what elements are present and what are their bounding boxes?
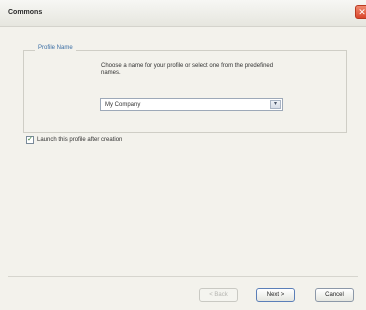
window-title: Commons [8, 9, 43, 16]
launch-profile-label[interactable]: Launch this profile after creation [37, 137, 122, 143]
profile-description: Choose a name for your profile or select… [101, 63, 274, 76]
checkmark-icon: ✓ [27, 136, 33, 143]
dropdown-arrow-button[interactable]: ▾ [270, 100, 281, 109]
profile-name-value: My Company [105, 102, 141, 108]
cancel-button[interactable]: Cancel [315, 288, 354, 302]
close-button[interactable]: ✕ [355, 5, 366, 19]
close-icon: ✕ [358, 7, 366, 17]
profile-name-combobox[interactable]: My Company ▾ [100, 98, 283, 111]
launch-profile-checkbox[interactable]: ✓ [26, 136, 34, 144]
wizard-window: Commons ✕ Profile Name Choose a name for… [0, 0, 366, 310]
chevron-down-icon: ▾ [273, 101, 277, 107]
footer-separator [8, 276, 358, 277]
back-button[interactable]: < Back [199, 288, 238, 302]
title-bar[interactable]: Commons ✕ [0, 0, 366, 27]
profile-name-legend: Profile Name [35, 45, 76, 51]
next-button[interactable]: Next > [256, 288, 295, 302]
